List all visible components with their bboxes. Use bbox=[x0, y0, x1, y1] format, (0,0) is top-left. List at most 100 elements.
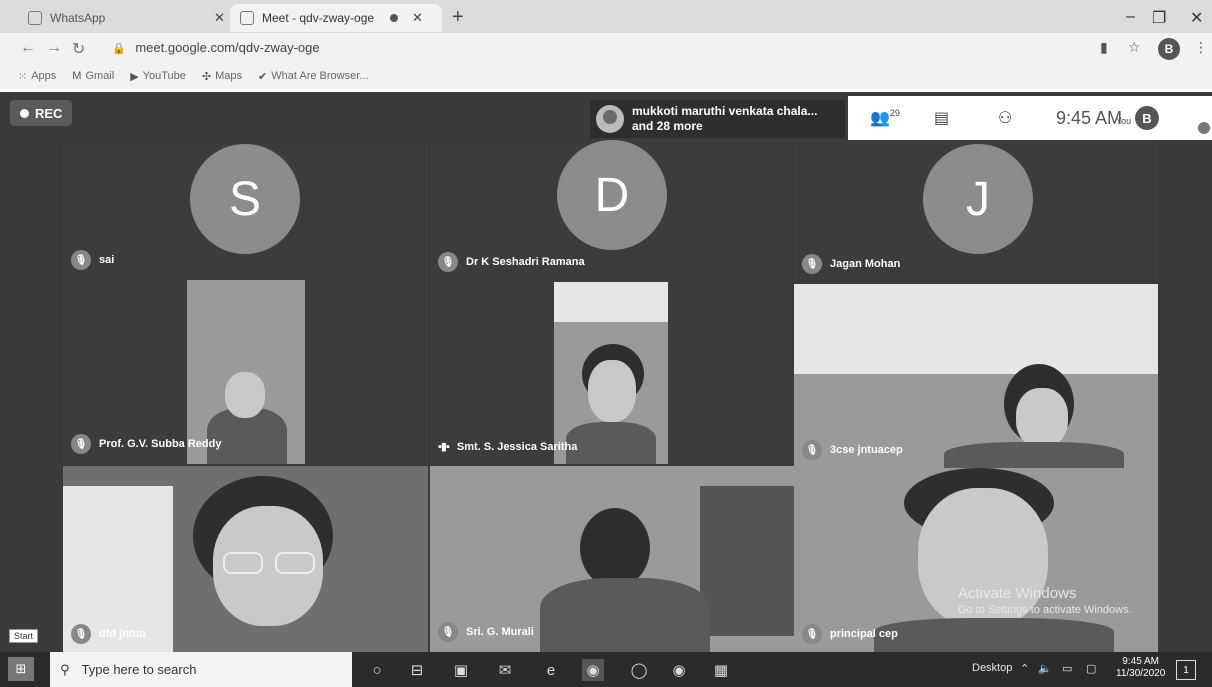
url-field[interactable]: 🔒 meet.google.com/qdv-zway-oge bbox=[112, 40, 320, 55]
participant-label: 🎙 Prof. G.V. Subba Reddy bbox=[71, 434, 221, 454]
apps-grid-icon: ⁙ bbox=[18, 70, 28, 83]
windows-start-button[interactable]: ⊞ bbox=[8, 657, 34, 681]
you-label: You bbox=[1116, 116, 1132, 126]
chrome-icon[interactable]: ◉ bbox=[582, 659, 604, 681]
store-icon[interactable]: ▣ bbox=[450, 659, 472, 681]
desktop-toolbar-label[interactable]: Desktop bbox=[972, 662, 1012, 674]
self-avatar: B bbox=[1135, 106, 1159, 130]
volume-icon[interactable]: 🔈 bbox=[1038, 662, 1052, 675]
snipping-tool-icon[interactable]: ▦ bbox=[710, 659, 732, 681]
meet-top-controls: 👥29 ▤ ⚇ 9:45 AM You B bbox=[848, 96, 1212, 140]
taskbar-search-input[interactable]: ⚲ Type here to search bbox=[50, 652, 352, 687]
address-bar-row: ← → ↻ 🔒 meet.google.com/qdv-zway-oge ▮ ☆… bbox=[0, 33, 1212, 63]
participant-tile[interactable]: D 🎙 Dr K Seshadri Ramana bbox=[430, 140, 792, 280]
recording-indicator-icon bbox=[390, 14, 398, 22]
bookmark-gmail[interactable]: M Gmail bbox=[72, 70, 114, 82]
people-button[interactable]: 👥29 bbox=[870, 108, 900, 128]
presenter-name: mukkoti maruthi venkata chala... bbox=[632, 104, 818, 118]
edge-icon[interactable]: e bbox=[540, 659, 562, 681]
start-tooltip: Start bbox=[9, 629, 39, 643]
person-shape bbox=[540, 578, 710, 652]
background-shape bbox=[794, 284, 1158, 374]
participant-label: 🎙 dfd jntua bbox=[71, 624, 145, 644]
person-shape bbox=[588, 360, 636, 422]
presenter-banner[interactable]: mukkoti maruthi venkata chala... and 28 … bbox=[590, 100, 845, 138]
check-icon: ✔ bbox=[258, 70, 268, 83]
mic-off-icon: 🎙 bbox=[802, 440, 822, 460]
clock-time: 9:45 AM bbox=[1122, 656, 1159, 667]
gmail-icon: M bbox=[72, 70, 82, 82]
participant-tile[interactable]: S 🎙 sai bbox=[63, 140, 428, 280]
participant-name: Prof. G.V. Subba Reddy bbox=[99, 438, 222, 450]
avatar bbox=[596, 105, 624, 133]
participant-tile[interactable]: 🎙 Sri. G. Murali bbox=[430, 466, 794, 652]
participant-tile[interactable]: ▪▮▪ Smt. S. Jessica Saritha bbox=[430, 280, 792, 464]
presenter-more: and 28 more bbox=[632, 119, 703, 133]
avatar: J bbox=[923, 144, 1033, 254]
bookmark-browser[interactable]: ✔ What Are Browser... bbox=[258, 70, 368, 83]
camera-icon[interactable]: ▮ bbox=[1100, 39, 1108, 56]
avatar: S bbox=[190, 144, 300, 254]
participant-name: Jagan Mohan bbox=[830, 258, 901, 270]
participant-tile[interactable]: 🎙 principal cep bbox=[794, 468, 1158, 652]
participant-tile[interactable]: 🎙 dfd jntua bbox=[63, 466, 428, 652]
language-icon[interactable]: ▢ bbox=[1086, 662, 1096, 675]
chat-button[interactable]: ▤ bbox=[934, 108, 949, 128]
background-shape bbox=[554, 282, 668, 322]
participant-label: 🎙 Jagan Mohan bbox=[802, 254, 900, 274]
task-view-icon[interactable]: ⊟ bbox=[406, 659, 428, 681]
bookmark-star-icon[interactable]: ☆ bbox=[1128, 39, 1141, 56]
profile-avatar[interactable]: B bbox=[1158, 38, 1180, 60]
bookmark-label: YouTube bbox=[142, 70, 186, 82]
cortana-icon[interactable]: ○ bbox=[366, 659, 388, 681]
forward-arrow-icon[interactable]: → bbox=[46, 39, 62, 57]
activities-button[interactable]: ⚇ bbox=[998, 108, 1012, 128]
person-shape bbox=[874, 618, 1114, 652]
new-tab-button[interactable]: + bbox=[452, 6, 464, 29]
close-icon[interactable]: ✕ bbox=[214, 10, 225, 26]
system-clock[interactable]: 9:45 AM 11/30/2020 bbox=[1116, 656, 1165, 680]
back-arrow-icon[interactable]: ← bbox=[20, 39, 36, 57]
notification-center-button[interactable]: 1 bbox=[1176, 660, 1196, 680]
record-dot-icon bbox=[20, 108, 29, 118]
tab-whatsapp[interactable]: WhatsApp ✕ bbox=[18, 4, 235, 32]
menu-kebab-icon[interactable]: ⋮ bbox=[1194, 39, 1208, 56]
restore-button[interactable]: ❐ bbox=[1152, 8, 1166, 28]
network-icon[interactable]: ▭ bbox=[1062, 662, 1072, 675]
participant-name: Sri. G. Murali bbox=[466, 626, 534, 638]
tab-title: WhatsApp bbox=[50, 11, 106, 25]
chevron-up-icon[interactable]: ⌃ bbox=[1020, 662, 1029, 675]
bookmark-apps[interactable]: ⁙ Apps bbox=[18, 70, 56, 83]
activation-watermark: Activate Windows Go to Settings to activ… bbox=[958, 586, 1132, 618]
participant-tile[interactable]: 🎙 3cse jntuacep bbox=[794, 284, 1158, 468]
notification-count: 1 bbox=[1183, 664, 1189, 676]
browser-tab-bar: WhatsApp ✕ Meet - qdv-zway-oge ✕ + – ❐ ✕ bbox=[0, 0, 1212, 33]
glasses-shape bbox=[275, 552, 315, 574]
bookmark-maps[interactable]: ✣ Maps bbox=[202, 70, 242, 83]
participant-label: 🎙 Dr K Seshadri Ramana bbox=[438, 252, 585, 272]
participant-label: 🎙 principal cep bbox=[802, 624, 898, 644]
close-icon[interactable]: ✕ bbox=[412, 10, 423, 26]
participant-name: dfd jntua bbox=[99, 628, 146, 640]
watermark-subtitle: Go to Settings to activate Windows. bbox=[958, 604, 1132, 616]
reload-icon[interactable]: ↻ bbox=[72, 39, 85, 59]
participant-name: Smt. S. Jessica Saritha bbox=[456, 440, 578, 453]
opera-icon[interactable]: ◯ bbox=[628, 659, 650, 681]
tab-meet[interactable]: Meet - qdv-zway-oge ✕ bbox=[230, 4, 442, 32]
chrome-canary-icon[interactable]: ◉ bbox=[668, 659, 690, 681]
bookmark-youtube[interactable]: ▶ YouTube bbox=[130, 70, 186, 83]
participant-tile[interactable]: 🎙 Prof. G.V. Subba Reddy bbox=[63, 280, 428, 464]
participant-name: Dr K Seshadri Ramana bbox=[466, 256, 585, 268]
mic-off-icon: 🎙 bbox=[71, 250, 91, 270]
mic-off-icon: 🎙 bbox=[802, 624, 822, 644]
mic-off-icon: 🎙 bbox=[71, 434, 91, 454]
url-text: meet.google.com/qdv-zway-oge bbox=[135, 40, 320, 55]
close-window-button[interactable]: ✕ bbox=[1190, 8, 1203, 28]
mic-off-icon: 🎙 bbox=[802, 254, 822, 274]
minimize-button[interactable]: – bbox=[1126, 8, 1135, 26]
audio-level-icon: ▪▮▪ bbox=[438, 441, 450, 453]
participant-name: 3cse jntuacep bbox=[830, 444, 903, 456]
watermark-title: Activate Windows bbox=[958, 585, 1077, 602]
mail-icon[interactable]: ✉ bbox=[494, 659, 516, 681]
participant-tile[interactable]: J 🎙 Jagan Mohan bbox=[794, 140, 1158, 280]
